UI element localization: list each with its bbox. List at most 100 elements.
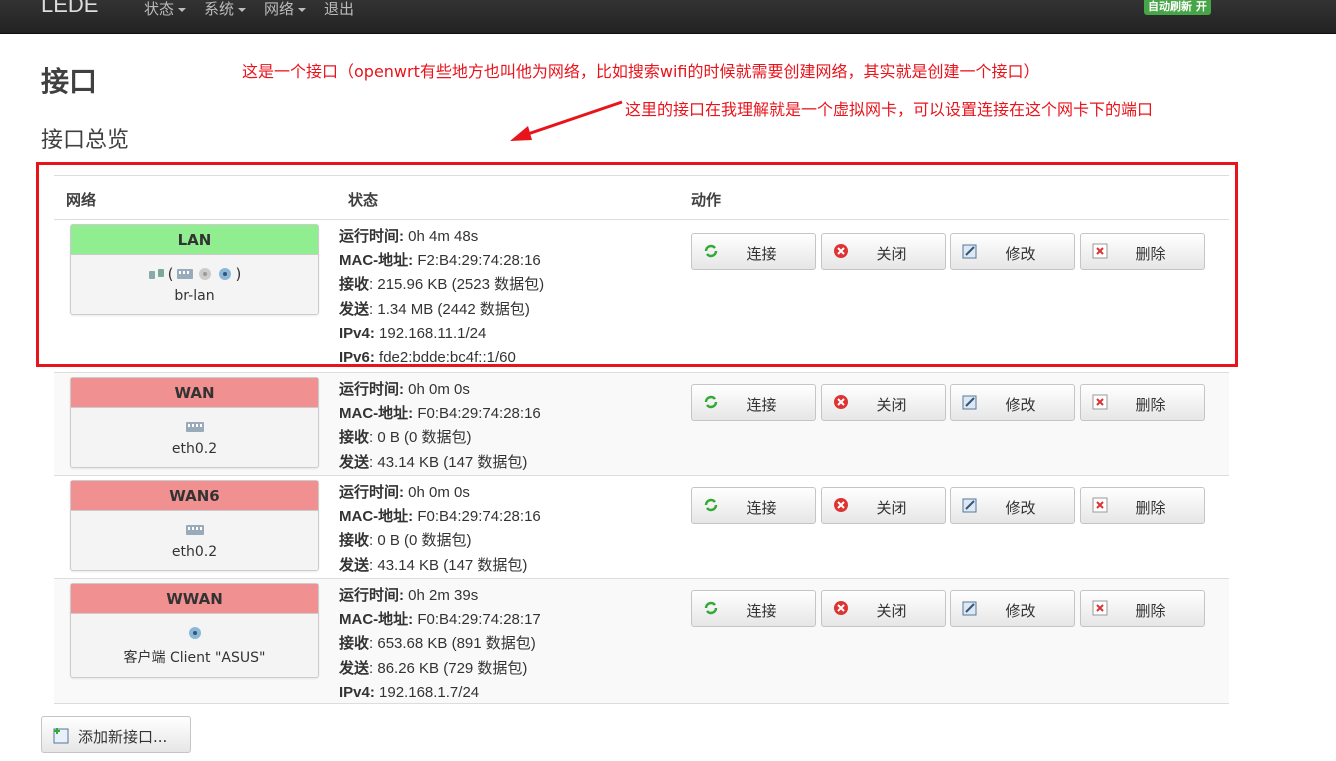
mac-value: F2:B4:29:74:28:16 (417, 252, 541, 270)
menu-system-label: 系统 (204, 0, 235, 18)
delete-label: 删除 (1135, 499, 1166, 517)
rx-value: : 0 B (0 数据包) (369, 532, 472, 550)
table-row: WAN eth0.2 运行时间: 0h 0m 0s MAC-地址: F0:B4:… (54, 373, 1229, 476)
stop-button[interactable]: 关闭 (821, 590, 946, 627)
ipv4-value: 192.168.11.1/24 (379, 324, 487, 342)
auto-refresh-toggle[interactable]: 自动刷新 开 (1144, 0, 1211, 15)
stop-button[interactable]: 关闭 (821, 384, 946, 421)
stop-button[interactable]: 关闭 (821, 487, 946, 524)
section-title: 接口总览 (41, 128, 130, 153)
delete-button[interactable]: 删除 (1080, 487, 1205, 524)
uptime-label: 运行时间: (339, 228, 404, 245)
caret-down-icon (178, 7, 187, 12)
connect-label: 连接 (746, 245, 777, 263)
caret-down-icon (298, 7, 307, 12)
network-badge-lan: LAN ( ) br-lan (70, 224, 319, 315)
edit-button[interactable]: 修改 (950, 590, 1075, 627)
network-badge-wan6: WAN6 eth0.2 (70, 480, 319, 571)
device-name: eth0.2 (171, 441, 218, 457)
brand-logo[interactable]: LEDE (41, 0, 98, 18)
wifi-icon (188, 627, 201, 639)
mac-value: F0:B4:29:74:28:16 (417, 508, 541, 526)
connect-button[interactable]: 连接 (691, 233, 816, 270)
annotation-note-1: 这是一个接口（openwrt有些地方也叫他为网络，比如搜索wifi的时候就需要创… (242, 62, 1040, 81)
uptime-label: 运行时间: (339, 587, 404, 604)
delete-button[interactable]: 删除 (1080, 384, 1205, 421)
device-name: eth0.2 (171, 544, 218, 560)
mac-label: MAC-地址: (339, 405, 414, 423)
header-network: 网络 (66, 191, 97, 209)
ipv6-label: IPv6: (339, 349, 375, 367)
header-status: 状态 (348, 191, 379, 209)
tx-label: 发送 (339, 659, 370, 677)
network-badge-wwan: WWAN 客户端 Client "ASUS" (70, 583, 319, 678)
uptime-value: 0h 0m 0s (408, 381, 470, 398)
ipv4-label: IPv4: (339, 324, 375, 342)
connect-label: 连接 (746, 396, 777, 414)
network-name: LAN (71, 225, 318, 255)
stop-label: 关闭 (876, 245, 907, 263)
ipv4-label: IPv4: (339, 683, 375, 701)
paren-close: ) (235, 265, 242, 283)
uptime-value: 0h 0m 0s (408, 484, 470, 501)
delete-label: 删除 (1135, 245, 1166, 263)
menu-system[interactable]: 系统 (204, 0, 247, 19)
tx-label: 发送 (339, 453, 370, 471)
table-row: WWAN 客户端 Client "ASUS" 运行时间: 0h 2m 39s M… (54, 579, 1229, 704)
annotation-arrow-icon (510, 100, 623, 141)
ipv4-value: 192.168.1.7/24 (379, 683, 480, 701)
wifi-disabled-icon (198, 268, 211, 280)
edit-button[interactable]: 修改 (950, 384, 1075, 421)
bridge-icon (148, 269, 164, 279)
device-icons (71, 519, 318, 541)
top-navbar: LEDE 状态 系统 网络 退出 自动刷新 开 (0, 0, 1336, 34)
annotation-note-2: 这里的接口在我理解就是一个虚拟网卡，可以设置连接在这个网卡下的端口 (625, 100, 1154, 119)
connect-button[interactable]: 连接 (691, 384, 816, 421)
add-icon (53, 728, 69, 744)
rx-label: 接收 (339, 532, 370, 550)
interface-status: 运行时间: 0h 0m 0s MAC-地址: F0:B4:29:74:28:16… (339, 378, 541, 475)
add-interface-label: 添加新接口... (78, 728, 168, 746)
menu-network-label: 网络 (264, 0, 295, 18)
rx-label: 接收 (339, 276, 370, 294)
edit-button[interactable]: 修改 (950, 233, 1075, 270)
menu-status[interactable]: 状态 (144, 0, 187, 19)
interface-status: 运行时间: 0h 0m 0s MAC-地址: F0:B4:29:74:28:16… (339, 481, 541, 578)
connect-button[interactable]: 连接 (691, 487, 816, 524)
edit-button[interactable]: 修改 (950, 487, 1075, 524)
delete-label: 删除 (1135, 602, 1166, 620)
delete-button[interactable]: 删除 (1080, 590, 1205, 627)
menu-status-label: 状态 (144, 0, 175, 18)
stop-label: 关闭 (876, 499, 907, 517)
connect-button[interactable]: 连接 (691, 590, 816, 627)
paren-open: ( (167, 265, 174, 283)
tx-value: : 86.26 KB (729 数据包) (369, 659, 528, 677)
add-interface-button[interactable]: 添加新接口... (41, 716, 191, 753)
main-menu: 状态 系统 网络 退出 (144, 0, 372, 19)
tx-label: 发送 (339, 300, 370, 318)
mac-label: MAC-地址: (339, 252, 414, 270)
edit-label: 修改 (1005, 499, 1036, 517)
edit-label: 修改 (1005, 396, 1036, 414)
mac-value: F0:B4:29:74:28:16 (417, 405, 541, 423)
table-row: WAN6 eth0.2 运行时间: 0h 0m 0s MAC-地址: F0:B4… (54, 476, 1229, 579)
device-icons: ( ) (71, 263, 318, 285)
page-title: 接口 (41, 65, 98, 98)
tx-value: : 43.14 KB (147 数据包) (369, 556, 528, 574)
uptime-value: 0h 2m 39s (408, 587, 479, 604)
stop-label: 关闭 (876, 602, 907, 620)
menu-logout[interactable]: 退出 (324, 0, 354, 19)
rx-value: : 0 B (0 数据包) (369, 429, 472, 447)
interface-table: 网络 状态 动作 LAN ( ) br-lan 运行时间: 0h 4m 48s … (54, 175, 1229, 704)
table-header: 网络 状态 动作 (54, 175, 1229, 220)
ipv6-value: fde2:bdde:bc4f::1/60 (379, 349, 516, 367)
wifi-icon (218, 268, 231, 280)
edit-label: 修改 (1005, 245, 1036, 263)
mac-value: F0:B4:29:74:28:17 (417, 611, 541, 629)
ethernet-port-icon (176, 269, 193, 279)
device-icons (71, 416, 318, 438)
delete-button[interactable]: 删除 (1080, 233, 1205, 270)
stop-button[interactable]: 关闭 (821, 233, 946, 270)
stop-label: 关闭 (876, 396, 907, 414)
menu-network[interactable]: 网络 (264, 0, 307, 19)
